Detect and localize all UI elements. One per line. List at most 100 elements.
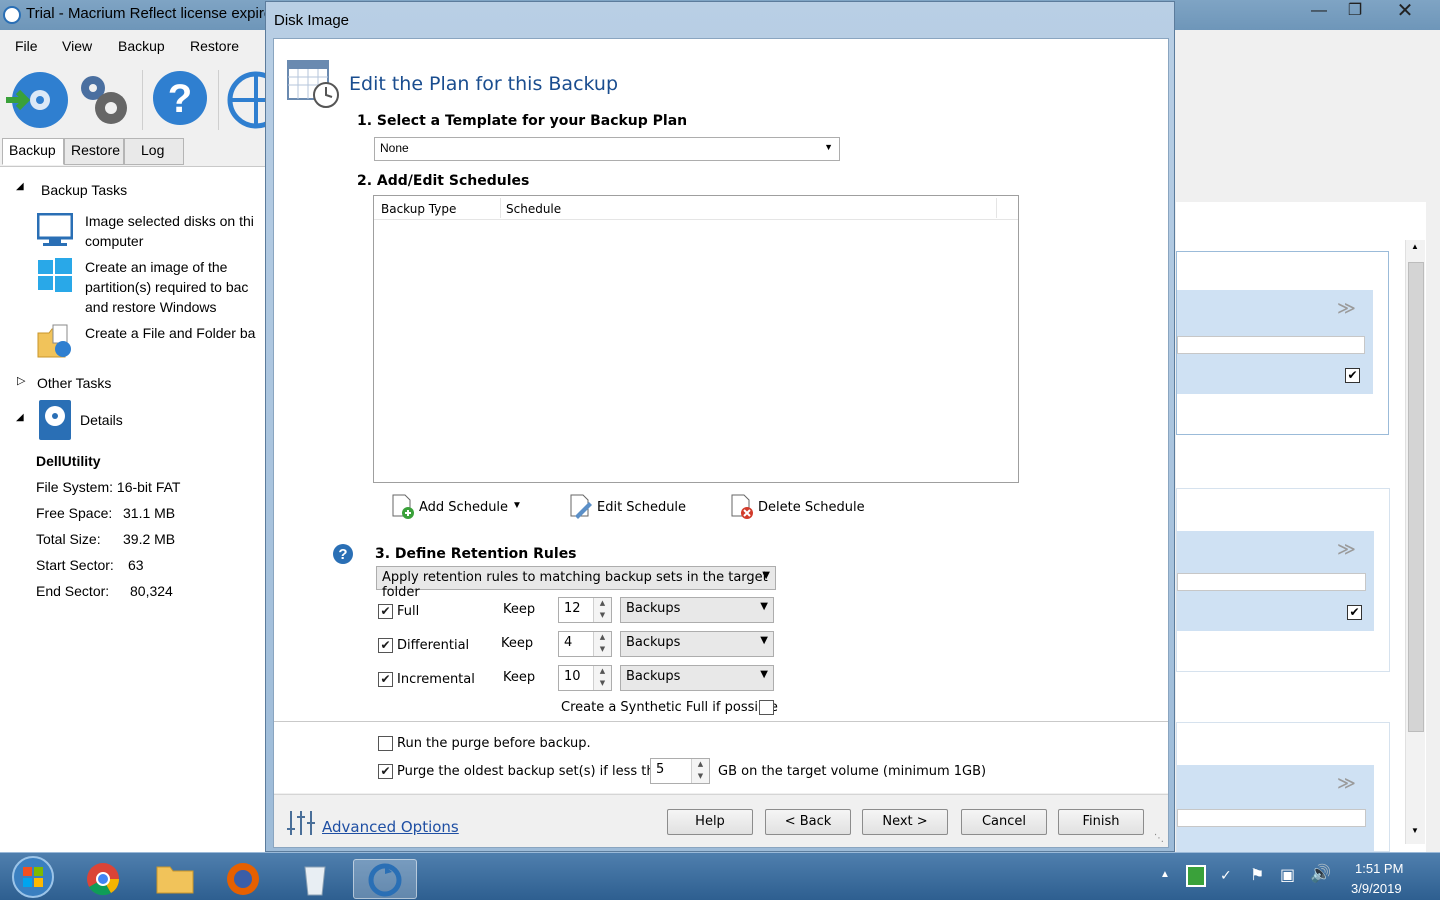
full-keep-spinner[interactable]: 12 ▲ ▼ (558, 597, 612, 623)
retention-mode-select[interactable]: Apply retention rules to matching backup… (376, 566, 776, 600)
clock-time[interactable]: 1:51 PM (1355, 861, 1403, 876)
show-hidden-icons[interactable]: ▲ (1160, 869, 1170, 880)
add-schedule-button[interactable]: Add Schedule (419, 500, 508, 515)
spin-up-icon[interactable]: ▲ (692, 759, 709, 771)
step3-heading: 3. Define Retention Rules (375, 546, 577, 562)
menu-file[interactable]: File (15, 38, 38, 54)
purge-gb-spinner[interactable]: 5 ▲ ▼ (650, 758, 710, 784)
running-icon: ≫ (1337, 773, 1356, 793)
macrium-reflect-taskbar-icon[interactable] (353, 859, 417, 899)
spin-up-icon[interactable]: ▲ (594, 598, 611, 610)
delete-schedule-icon[interactable] (730, 494, 754, 520)
incremental-label: Incremental (397, 672, 475, 687)
synthetic-full-checkbox[interactable] (759, 700, 774, 715)
dialog-footer: Advanced Options Help < Back Next > Canc… (274, 794, 1168, 847)
task-file-folder-backup[interactable]: Create a File and Folder ba (85, 323, 265, 343)
differential-unit-select[interactable]: Backups ▼ (620, 631, 774, 657)
main-window-title: Trial - Macrium Reflect license expire (26, 5, 273, 22)
start-sector-value: 63 (128, 557, 144, 573)
task-image-windows-line2[interactable]: partition(s) required to bac (85, 277, 265, 297)
spin-down-icon[interactable]: ▼ (594, 678, 611, 690)
help-icon[interactable]: ? (152, 70, 208, 126)
full-checkbox[interactable]: ✔ (378, 604, 393, 619)
card-checkbox[interactable]: ✔ (1347, 605, 1362, 620)
back-button[interactable]: < Back (765, 809, 851, 835)
edit-schedule-button[interactable]: Edit Schedule (597, 500, 686, 515)
spin-down-icon[interactable]: ▼ (594, 644, 611, 656)
task-image-disks-line2[interactable]: computer (85, 231, 265, 251)
add-schedule-icon[interactable] (391, 494, 415, 520)
task-image-windows-line3[interactable]: and restore Windows (85, 297, 265, 317)
settings-gears-icon[interactable] (75, 70, 135, 130)
differential-checkbox[interactable]: ✔ (378, 638, 393, 653)
task-image-windows[interactable]: Create an image of the (85, 257, 265, 277)
menu-bar: File View Backup Restore (0, 30, 270, 62)
incremental-keep-spinner[interactable]: 10 ▲ ▼ (558, 665, 612, 691)
backup-tasks-panel: ◢ Backup Tasks Image selected disks on t… (0, 166, 268, 852)
recycle-bin-icon[interactable] (286, 859, 344, 899)
menu-backup[interactable]: Backup (118, 38, 165, 54)
close-window-icon[interactable]: ✕ (1382, 0, 1428, 22)
chevron-down-icon: ▼ (760, 635, 768, 646)
spin-down-icon[interactable]: ▼ (594, 610, 611, 622)
tab-log[interactable]: Log (124, 138, 184, 165)
running-icon: ≫ (1337, 539, 1356, 559)
menu-restore[interactable]: Restore (190, 38, 239, 54)
scroll-up-icon[interactable]: ▲ (1411, 242, 1419, 251)
usb-icon[interactable]: ✓ (1220, 867, 1232, 884)
purge-oldest-checkbox[interactable]: ✔ (378, 764, 393, 779)
restore-window-icon[interactable]: ❐ (1332, 0, 1378, 22)
backup-tasks-header[interactable]: Backup Tasks (41, 182, 127, 198)
template-select[interactable]: None ▼ (374, 137, 840, 161)
volume-icon[interactable]: 🔊 (1310, 864, 1331, 884)
column-schedule[interactable]: Schedule (506, 202, 561, 216)
tray-app-icon[interactable] (1186, 865, 1206, 887)
firefox-icon[interactable] (214, 859, 272, 899)
help-button[interactable]: Help (667, 809, 753, 835)
tab-restore[interactable]: Restore (64, 138, 124, 165)
schedule-list[interactable]: Backup Type Schedule (373, 195, 1019, 483)
vertical-scrollbar[interactable]: ▲ ▼ (1405, 240, 1425, 844)
next-button[interactable]: Next > (862, 809, 948, 835)
clock-date[interactable]: 3/9/2019 (1351, 881, 1402, 896)
incremental-unit-select[interactable]: Backups ▼ (620, 665, 774, 691)
file-explorer-icon[interactable] (146, 859, 204, 899)
column-backup-type[interactable]: Backup Type (381, 202, 456, 216)
card-checkbox[interactable]: ✔ (1345, 368, 1360, 383)
help-icon[interactable]: ? (332, 543, 354, 565)
spin-up-icon[interactable]: ▲ (594, 632, 611, 644)
finish-button[interactable]: Finish (1058, 809, 1144, 835)
cancel-button[interactable]: Cancel (961, 809, 1047, 835)
spin-up-icon[interactable]: ▲ (594, 666, 611, 678)
disk-image-icon[interactable] (4, 70, 70, 130)
advanced-options-link[interactable]: Advanced Options (322, 818, 459, 836)
network-icon[interactable]: ▣ (1280, 865, 1295, 885)
purge-oldest-label: Purge the oldest backup set(s) if less t… (397, 764, 671, 779)
chrome-icon[interactable] (74, 859, 132, 899)
globe-icon[interactable] (226, 70, 270, 130)
menu-view[interactable]: View (62, 38, 92, 54)
purge-before-checkbox[interactable] (378, 736, 393, 751)
delete-schedule-button[interactable]: Delete Schedule (758, 500, 865, 515)
scroll-thumb[interactable] (1408, 262, 1424, 732)
full-unit-select[interactable]: Backups ▼ (620, 597, 774, 623)
edit-schedule-icon[interactable] (569, 494, 593, 520)
collapse-arrow-icon[interactable]: ◢ (16, 181, 24, 192)
start-button-icon[interactable] (10, 855, 56, 899)
advanced-options-icon[interactable] (286, 809, 316, 837)
tab-backup[interactable]: Backup (2, 138, 64, 165)
dropdown-arrow-icon[interactable]: ▼ (512, 500, 522, 511)
incremental-checkbox[interactable]: ✔ (378, 672, 393, 687)
differential-keep-spinner[interactable]: 4 ▲ ▼ (558, 631, 612, 657)
action-center-flag-icon[interactable]: ⚑ (1250, 865, 1264, 885)
spin-down-icon[interactable]: ▼ (692, 771, 709, 783)
task-image-disks[interactable]: Image selected disks on thi (85, 211, 265, 231)
details-header[interactable]: Details (80, 412, 123, 428)
other-tasks-header[interactable]: Other Tasks (37, 375, 111, 391)
resize-grip-icon[interactable]: ⋱ (1154, 833, 1164, 844)
collapse-arrow-icon[interactable]: ◢ (16, 412, 24, 423)
expand-arrow-icon[interactable]: ▷ (17, 374, 25, 387)
scroll-down-icon[interactable]: ▼ (1411, 826, 1419, 835)
chevron-down-icon: ▼ (760, 601, 768, 612)
differential-unit-value: Backups (626, 635, 681, 650)
